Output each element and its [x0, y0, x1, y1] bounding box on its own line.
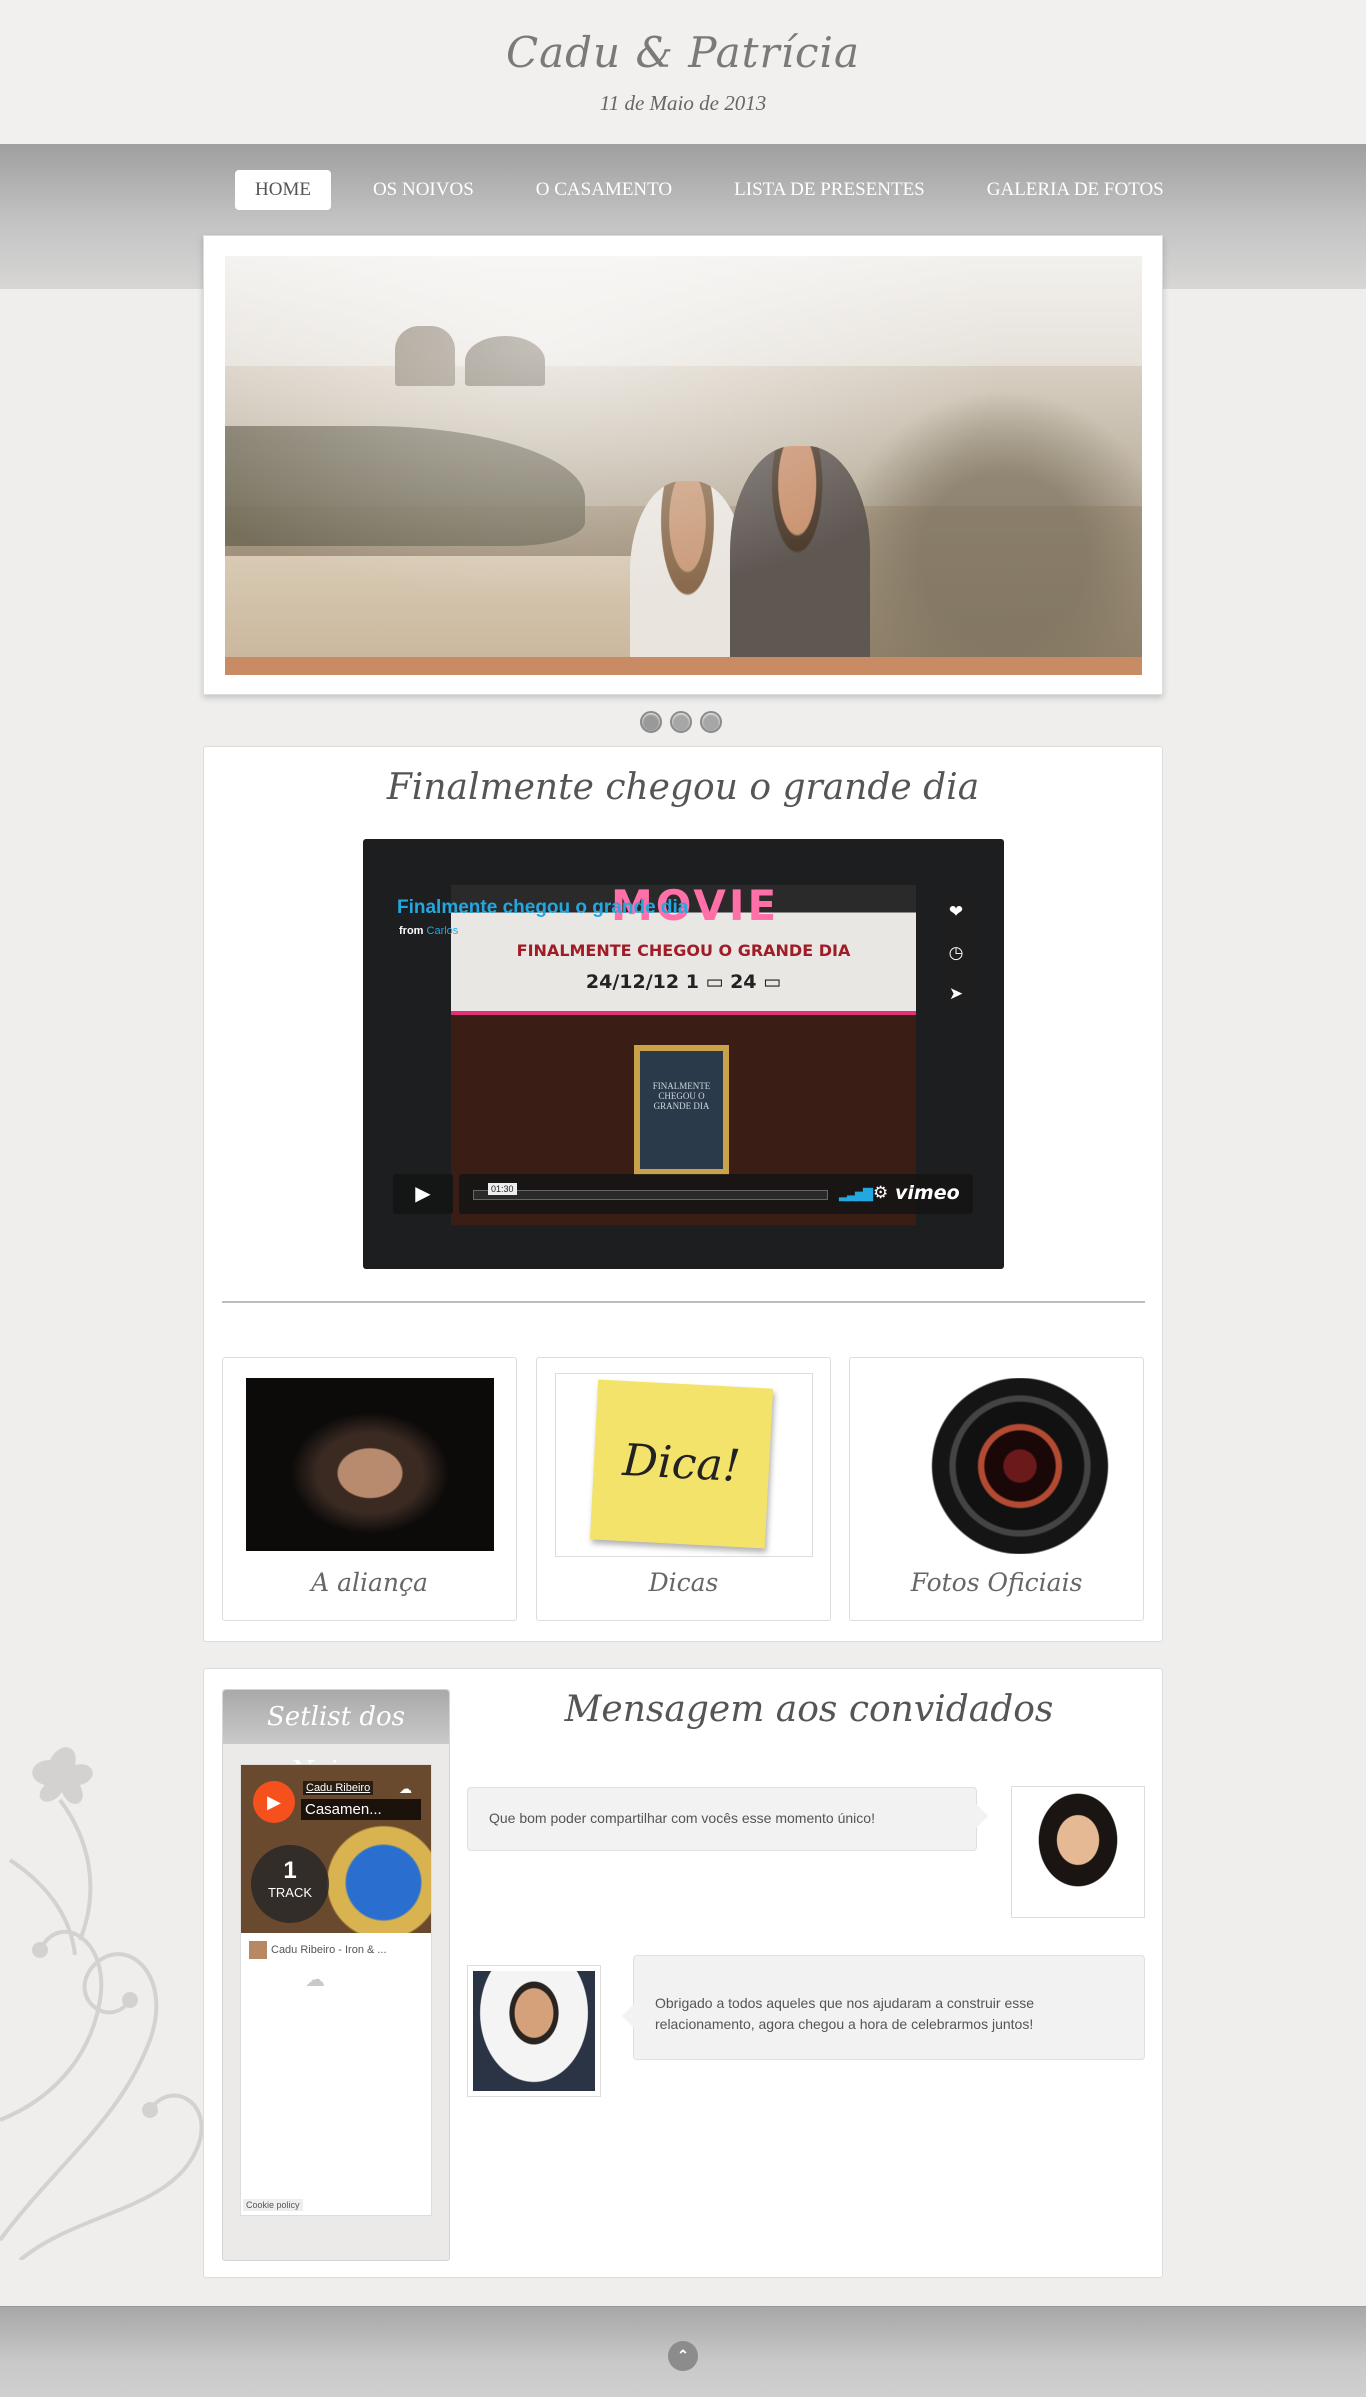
cookie-policy-link[interactable]: Cookie policy [243, 2199, 303, 2211]
message-bubble-groom: Obrigado a todos aqueles que nos ajudara… [622, 1955, 1145, 2060]
dica-note-photo: Dica! [555, 1373, 813, 1557]
feature-panel: Finalmente chegou o grande dia MOVIE FIN… [203, 746, 1163, 1642]
message-bubble-bride: Que bom poder compartilhar com vocês ess… [467, 1787, 988, 1851]
soundcloud-user-link[interactable]: Cadu Ribeiro [303, 1781, 374, 1795]
movie-poster: FINALMENTE CHEGOU O GRANDE DIA [634, 1045, 729, 1175]
main-nav: HOME OS NOIVOS O CASAMENTO LISTA DE PRES… [235, 170, 1184, 210]
section-divider [222, 1301, 1145, 1303]
slider-pagination [640, 711, 722, 733]
bride-avatar [1011, 1786, 1145, 1918]
track-thumbnail [249, 1941, 267, 1959]
back-to-top-icon[interactable]: ⌃ [668, 2341, 698, 2371]
soundcloud-player[interactable]: ▶ Cadu Ribeiro Casamen... ☁ 1 TRACK Cadu… [240, 1764, 432, 2216]
soundcloud-track-title[interactable]: Casamen... [301, 1799, 421, 1820]
rings-hands-photo [246, 1378, 494, 1551]
slider-dot-2[interactable] [670, 711, 692, 733]
vimeo-logo[interactable]: vimeo [895, 1182, 960, 1204]
nav-lista-de-presentes[interactable]: LISTA DE PRESENTES [714, 170, 945, 210]
marquee-line-1: FINALMENTE CHEGOU O GRANDE DIA [516, 941, 851, 960]
playlist-row[interactable]: Cadu Ribeiro - Iron & ... [249, 1941, 387, 1959]
card-fotos-oficiais[interactable]: Fotos Oficiais [849, 1357, 1144, 1621]
card-alianca[interactable]: A aliança [222, 1357, 517, 1621]
wedding-date: 11 de Maio de 2013 [599, 91, 767, 115]
nav-home[interactable]: HOME [235, 170, 331, 210]
video-title-link[interactable]: Finalmente chegou o grande dia [397, 897, 688, 919]
setlist-title: Setlist dos Noivos [223, 1690, 449, 1786]
card-dicas-label[interactable]: Dicas [537, 1568, 830, 1597]
card-fotos-oficiais-label[interactable]: Fotos Oficiais [850, 1568, 1143, 1597]
video-control-bar: 01:30 ▂▃▅▇ ⚙ vimeo [459, 1174, 973, 1214]
site-title: Cadu & Patrícia [506, 28, 860, 77]
nav-os-noivos[interactable]: OS NOIVOS [353, 170, 494, 210]
nav-galeria-de-fotos[interactable]: GALERIA DE FOTOS [967, 170, 1184, 210]
volume-icon[interactable]: ▂▃▅▇ [839, 1186, 873, 1202]
messages-title: Mensagem aos convidados [564, 1689, 1054, 1730]
soundcloud-logo-icon: ☁ [305, 1969, 325, 1991]
hero-slider[interactable] [203, 235, 1163, 695]
soundcloud-artwork: ▶ Cadu Ribeiro Casamen... ☁ 1 TRACK [241, 1765, 431, 1933]
site-header: Cadu & Patrícia 11 de Maio de 2013 [0, 0, 1366, 144]
share-send-icon[interactable]: ➤ [939, 977, 973, 1011]
video-from-label: from [399, 925, 424, 937]
marquee-line-2: 24/12/12 1 ▭ 24 ▭ [585, 971, 782, 993]
slider-dot-1[interactable] [640, 711, 662, 733]
playlist-row-text: Cadu Ribeiro - Iron & ... [271, 1943, 387, 1956]
bottom-panel: Setlist dos Noivos ▶ Cadu Ribeiro Casame… [203, 1668, 1163, 2278]
dica-note-text: Dica! [589, 1379, 774, 1549]
camera-lens-photo [888, 1378, 1128, 1554]
video-controls: ▶ 01:30 ▂▃▅▇ ⚙ vimeo [393, 1174, 973, 1214]
card-dicas[interactable]: Dica! Dicas [536, 1357, 831, 1621]
video-author-link[interactable]: Carlos [427, 925, 459, 937]
video-progress-bar[interactable]: 01:30 [473, 1183, 828, 1200]
vimeo-player[interactable]: MOVIE FINALMENTE CHEGOU O GRANDE DIA 24/… [363, 839, 1004, 1269]
play-icon[interactable]: ▶ [393, 1174, 453, 1214]
soundcloud-cloud-icon[interactable]: ☁ [399, 1781, 412, 1797]
groom-avatar [467, 1965, 601, 2097]
video-byline: from Carlos [399, 925, 458, 937]
card-alianca-label[interactable]: A aliança [223, 1568, 516, 1597]
video-time: 01:30 [488, 1183, 517, 1195]
like-heart-icon[interactable]: ❤ [939, 895, 973, 929]
track-count: 1 [283, 1857, 297, 1884]
slider-dot-3[interactable] [700, 711, 722, 733]
soundcloud-play-icon[interactable]: ▶ [253, 1781, 295, 1823]
watch-later-clock-icon[interactable]: ◷ [939, 936, 973, 970]
hero-slide-image [225, 256, 1142, 675]
nav-o-casamento[interactable]: O CASAMENTO [516, 170, 692, 210]
track-count-badge: 1 TRACK [251, 1845, 329, 1923]
floral-swirl-decoration [0, 1747, 204, 2260]
feature-title: Finalmente chegou o grande dia [386, 767, 980, 808]
track-count-label: TRACK [267, 1885, 313, 1900]
setlist-widget: Setlist dos Noivos ▶ Cadu Ribeiro Casame… [222, 1689, 450, 2261]
settings-gear-icon[interactable]: ⚙ [873, 1183, 888, 1203]
